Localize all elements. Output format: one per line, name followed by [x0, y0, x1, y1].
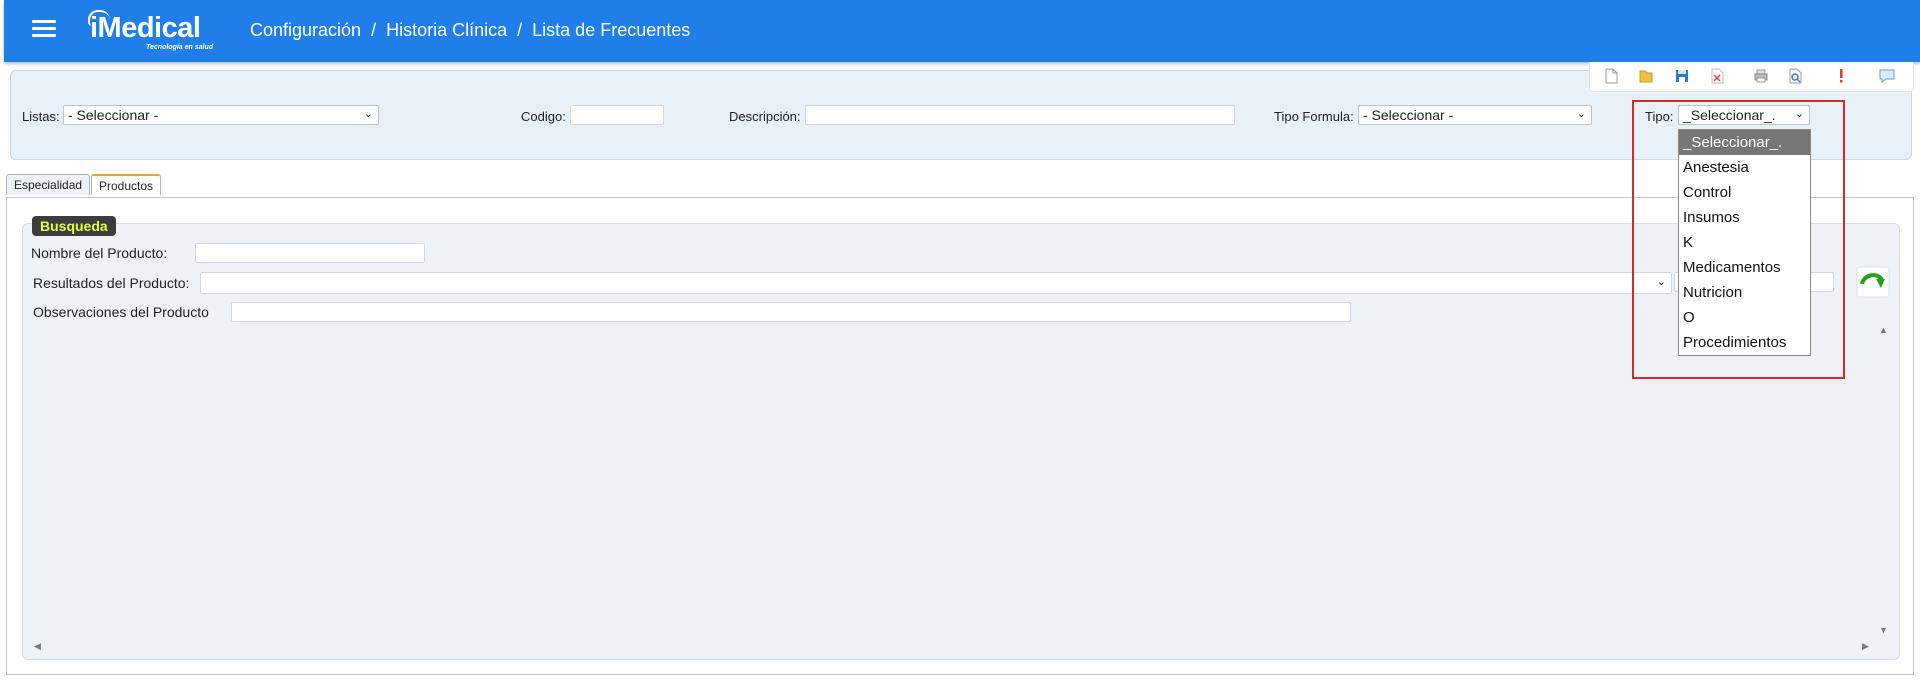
alert-icon[interactable]	[1832, 67, 1850, 85]
vertical-scrollbar[interactable]: ▲ ▼	[1876, 325, 1890, 640]
scroll-up-icon[interactable]: ▲	[1879, 325, 1888, 335]
tipo-formula-label: Tipo Formula:	[1274, 109, 1354, 124]
tipo-option[interactable]: K	[1679, 230, 1810, 255]
nombre-producto-label: Nombre del Producto:	[31, 245, 168, 261]
observaciones-producto-input[interactable]	[231, 302, 1351, 322]
top-app-bar: iMedical Tecnología en salud Configuraci…	[4, 0, 1920, 62]
logo-main-text: iMedical	[90, 12, 201, 44]
breadcrumb-separator: /	[371, 20, 377, 40]
comment-icon[interactable]	[1878, 67, 1896, 85]
tipo-option[interactable]: O	[1679, 305, 1810, 330]
resultados-producto-select[interactable]: ⌄	[200, 272, 1672, 294]
preview-icon[interactable]	[1786, 67, 1804, 85]
tipo-option[interactable]: _Seleccionar_.	[1679, 130, 1810, 155]
tipo-select[interactable]: _Seleccionar_. ⌄	[1678, 105, 1810, 125]
logo-tagline: Tecnología en salud	[146, 44, 214, 51]
hamburger-menu-icon[interactable]	[32, 20, 56, 40]
tipo-option[interactable]: Medicamentos	[1679, 255, 1810, 280]
chevron-down-icon: ⌄	[1656, 276, 1666, 288]
print-icon[interactable]	[1752, 67, 1770, 85]
breadcrumb-separator: /	[517, 20, 523, 40]
resultados-producto-label: Resultados del Producto:	[33, 275, 190, 291]
action-toolbar	[1589, 62, 1914, 92]
breadcrumb-item-historia-clinica[interactable]: Historia Clínica	[386, 20, 507, 40]
listas-select[interactable]: - Seleccionar - ⌄	[63, 105, 379, 125]
chevron-down-icon: ⌄	[363, 108, 373, 120]
scroll-left-icon[interactable]: ◀	[34, 641, 41, 652]
descripcion-input[interactable]	[805, 105, 1235, 125]
tipo-formula-select-value: - Seleccionar -	[1363, 107, 1454, 123]
delete-icon[interactable]	[1708, 67, 1726, 85]
imedical-logo[interactable]: iMedical Tecnología en salud	[88, 8, 230, 56]
breadcrumb-item-configuracion[interactable]: Configuración	[250, 20, 361, 40]
codigo-label: Codigo:	[521, 109, 566, 124]
search-go-arrow-icon[interactable]	[1856, 266, 1890, 298]
tipo-option[interactable]: Control	[1679, 180, 1810, 205]
codigo-input[interactable]	[570, 105, 664, 125]
tipo-option[interactable]: Nutricion	[1679, 280, 1810, 305]
save-icon[interactable]	[1673, 67, 1691, 85]
observaciones-producto-label: Observaciones del Producto	[33, 304, 209, 320]
tipo-formula-select[interactable]: - Seleccionar - ⌄	[1358, 105, 1592, 125]
tipo-dropdown-list: _Seleccionar_. Anestesia Control Insumos…	[1678, 129, 1811, 356]
scroll-down-icon[interactable]: ▼	[1879, 625, 1888, 635]
descripcion-label: Descripción:	[729, 109, 801, 124]
open-folder-icon[interactable]	[1637, 67, 1655, 85]
horizontal-scrollbar[interactable]: ◀ ▶	[30, 640, 1876, 654]
scroll-right-icon[interactable]: ▶	[1862, 641, 1869, 652]
busqueda-badge: Busqueda	[32, 216, 116, 236]
breadcrumb: Configuración / Historia Clínica / Lista de …	[250, 20, 696, 41]
tipo-option[interactable]: Anestesia	[1679, 155, 1810, 180]
tab-especialidad[interactable]: Especialidad	[6, 174, 91, 195]
chevron-down-icon: ⌄	[1576, 108, 1586, 120]
breadcrumb-item-lista-frecuentes: Lista de Frecuentes	[532, 20, 691, 40]
tipo-option[interactable]: Insumos	[1679, 205, 1810, 230]
listas-select-value: - Seleccionar -	[68, 107, 159, 123]
nombre-producto-input[interactable]	[195, 243, 425, 263]
chevron-down-icon: ⌄	[1794, 108, 1804, 120]
tipo-select-value: _Seleccionar_.	[1683, 107, 1776, 123]
tab-productos[interactable]: Productos	[91, 174, 162, 195]
tipo-label: Tipo:	[1645, 109, 1674, 124]
tipo-option[interactable]: Procedimientos	[1679, 330, 1810, 355]
new-document-icon[interactable]	[1602, 67, 1620, 85]
listas-label: Listas:	[22, 109, 60, 124]
